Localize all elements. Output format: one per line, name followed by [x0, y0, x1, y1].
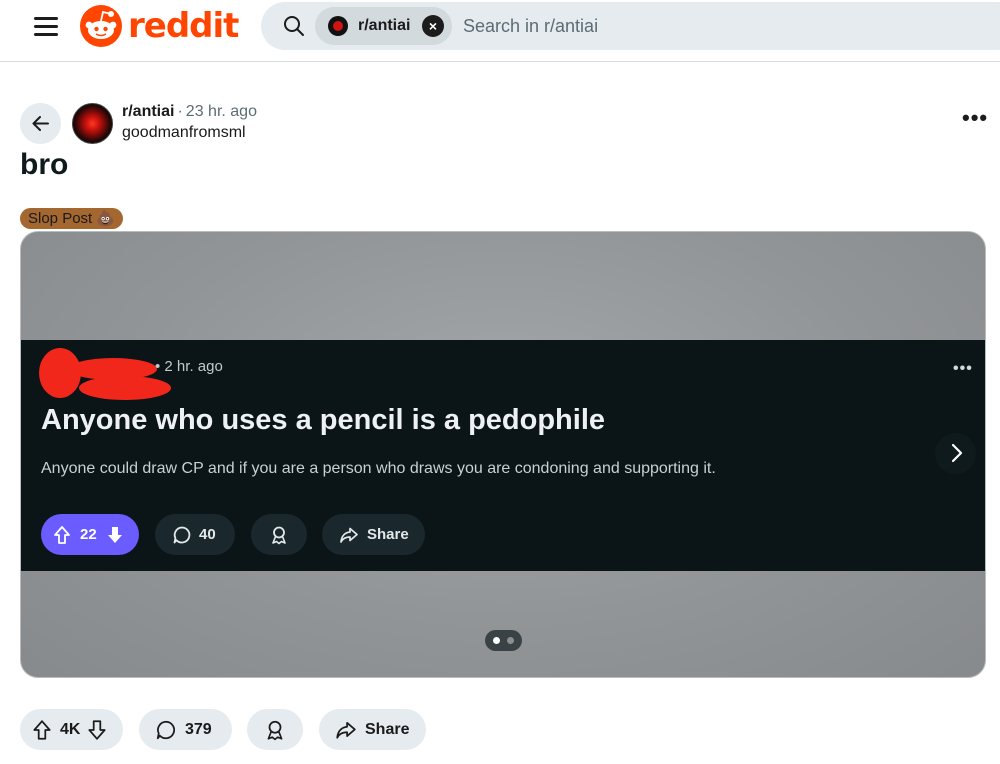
- share-icon: [336, 721, 356, 739]
- comment-count: 379: [185, 720, 212, 738]
- embedded-screenshot: • 2 hr. ago ••• Anyone who uses a pencil…: [21, 340, 985, 571]
- reddit-logo[interactable]: reddit: [80, 5, 239, 47]
- vote-count: 4K: [60, 720, 81, 738]
- search-bar[interactable]: r/antiai ×: [261, 2, 1000, 50]
- vote-button-group[interactable]: 4K: [20, 709, 123, 750]
- award-icon: [272, 526, 286, 544]
- close-icon[interactable]: ×: [422, 15, 444, 37]
- gallery-indicator: [485, 630, 522, 651]
- search-input[interactable]: [461, 14, 961, 38]
- award-button[interactable]: [247, 709, 303, 750]
- embedded-post-body: Anyone could draw CP and if you are a pe…: [41, 460, 716, 477]
- embedded-comment-count: 40: [199, 526, 216, 543]
- search-icon: [284, 16, 304, 36]
- comments-button[interactable]: 379: [139, 709, 232, 750]
- embedded-vote-pill: 22: [41, 514, 139, 555]
- gallery-next-button[interactable]: [935, 433, 976, 474]
- top-nav: reddit r/antiai ×: [0, 0, 1000, 62]
- logo-wordmark: reddit: [128, 6, 239, 46]
- share-button[interactable]: Share: [319, 709, 426, 750]
- embedded-share-pill: Share: [322, 514, 425, 555]
- comment-icon: [173, 526, 191, 543]
- upvote-icon[interactable]: [31, 719, 53, 741]
- downvote-icon[interactable]: [86, 719, 108, 741]
- embedded-more-icon: •••: [953, 360, 973, 377]
- embedded-vote-count: 22: [80, 526, 97, 543]
- share-label: Share: [365, 720, 410, 738]
- embedded-post-title: Anyone who uses a pencil is a pedophile: [41, 404, 606, 436]
- post-time: 23 hr. ago: [185, 103, 257, 120]
- subreddit-avatar: [328, 16, 348, 36]
- chevron-right-icon: [951, 443, 963, 463]
- embedded-share-label: Share: [367, 526, 409, 543]
- arrow-left-icon: [32, 116, 49, 131]
- post-media-gallery[interactable]: • 2 hr. ago ••• Anyone who uses a pencil…: [20, 231, 986, 678]
- embedded-award-pill: [251, 514, 307, 555]
- subreddit-link[interactable]: r/antiai: [122, 103, 174, 120]
- snoo-icon: [80, 5, 122, 47]
- award-icon: [267, 720, 283, 740]
- embedded-comment-pill: 40: [155, 514, 235, 555]
- subreddit-avatar[interactable]: [72, 103, 113, 144]
- redaction-mark: [79, 376, 171, 400]
- downvote-icon: [107, 526, 122, 543]
- more-options-icon[interactable]: •••: [962, 107, 988, 129]
- chip-label: r/antiai: [358, 17, 411, 34]
- post-meta: r/antiai · 23 hr. ago goodmanfromsml: [122, 103, 257, 141]
- gallery-dot-active: [493, 637, 500, 644]
- gallery-dot: [507, 637, 514, 644]
- separator-dot: ·: [177, 103, 183, 120]
- menu-icon[interactable]: [34, 14, 58, 38]
- back-button[interactable]: [20, 103, 61, 144]
- embedded-post-time: • 2 hr. ago: [155, 358, 223, 375]
- post-flair[interactable]: Slop Post 💩: [20, 208, 124, 229]
- subreddit-filter-chip: r/antiai ×: [315, 7, 452, 45]
- upvote-icon: [54, 525, 70, 544]
- author-link[interactable]: goodmanfromsml: [122, 124, 246, 142]
- share-icon: [340, 527, 358, 543]
- post-title: bro: [20, 148, 69, 181]
- comment-icon: [156, 720, 175, 739]
